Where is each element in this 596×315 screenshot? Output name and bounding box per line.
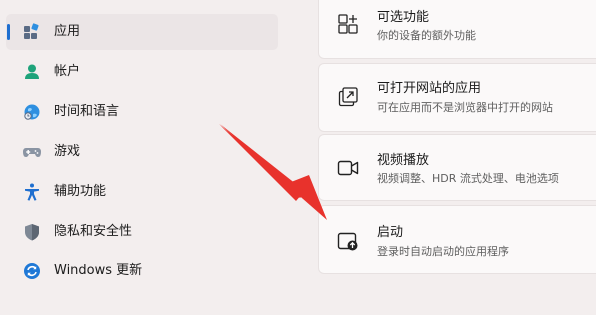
- sidebar-item-label: 帐户: [54, 64, 81, 79]
- apps-for-websites-card[interactable]: 可打开网站的应用 可在应用而不是浏览器中打开的网站: [318, 63, 596, 132]
- video-icon: [337, 160, 359, 176]
- card-title: 可打开网站的应用: [377, 81, 482, 96]
- sidebar-item-apps[interactable]: 应用: [6, 14, 278, 50]
- card-title: 视频播放: [377, 153, 430, 168]
- card-subtitle: 可在应用而不是浏览器中打开的网站: [377, 101, 553, 114]
- sidebar-item-label: 时间和语言: [54, 104, 120, 119]
- active-indicator: [7, 24, 10, 40]
- video-playback-card[interactable]: 视频播放 视频调整、HDR 流式处理、电池选项: [318, 134, 596, 201]
- settings-sidebar: 应用 帐户 时间和语言 游戏 辅助功能 隐私和安全性 Windows 更新: [0, 0, 290, 315]
- sidebar-item-privacy-security[interactable]: 隐私和安全性: [6, 214, 278, 250]
- sidebar-item-label: Windows 更新: [54, 263, 143, 278]
- card-subtitle: 你的设备的额外功能: [377, 29, 476, 42]
- sidebar-item-accessibility[interactable]: 辅助功能: [6, 174, 278, 210]
- sidebar-item-label: 应用: [54, 24, 81, 39]
- card-subtitle: 登录时自动启动的应用程序: [377, 245, 509, 258]
- optional-features-icon: [338, 14, 358, 34]
- accessibility-icon: [25, 183, 39, 201]
- sidebar-item-label: 游戏: [54, 144, 81, 159]
- apps-icon: [24, 23, 39, 39]
- sidebar-item-gaming[interactable]: 游戏: [6, 134, 278, 170]
- card-title: 可选功能: [377, 10, 430, 25]
- card-title: 启动: [377, 225, 404, 240]
- windows-update-icon: [24, 263, 40, 279]
- shield-icon: [25, 224, 39, 241]
- sidebar-item-account[interactable]: 帐户: [6, 54, 278, 90]
- gamepad-icon: [23, 148, 41, 157]
- startup-card[interactable]: 启动 登录时自动启动的应用程序: [318, 205, 596, 274]
- open-website-icon: [338, 87, 358, 107]
- optional-features-card[interactable]: 可选功能 你的设备的额外功能: [318, 0, 596, 59]
- startup-icon: [337, 232, 358, 251]
- card-subtitle: 视频调整、HDR 流式处理、电池选项: [377, 172, 559, 185]
- sidebar-item-label: 辅助功能: [54, 184, 107, 199]
- time-language-icon: [24, 104, 40, 120]
- account-icon: [25, 64, 39, 79]
- sidebar-item-label: 隐私和安全性: [54, 224, 133, 239]
- sidebar-item-windows-update[interactable]: Windows 更新: [6, 253, 278, 289]
- sidebar-item-time-language[interactable]: 时间和语言: [6, 94, 278, 130]
